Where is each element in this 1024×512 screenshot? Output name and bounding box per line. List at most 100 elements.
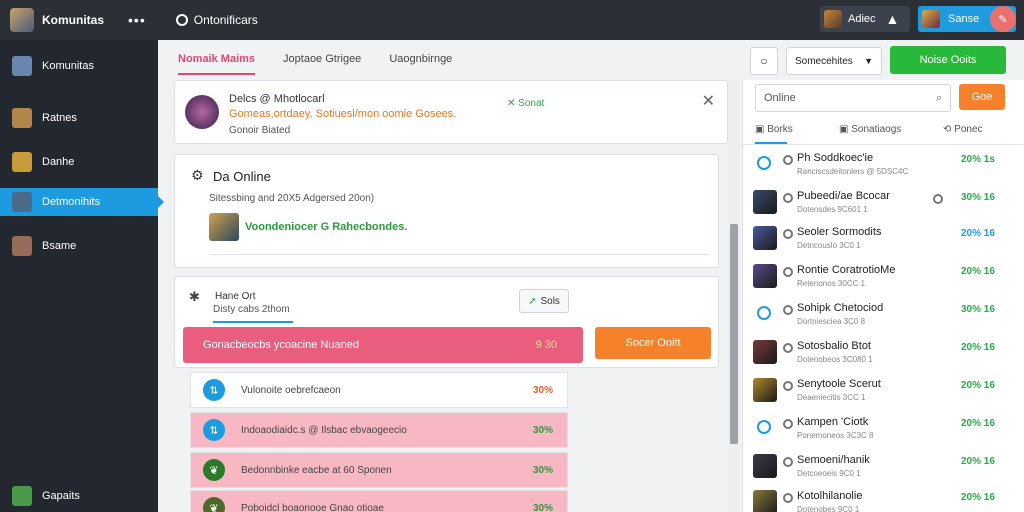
status-ring-icon xyxy=(757,156,771,170)
socer-button[interactable]: Socer Ooitt xyxy=(595,327,711,359)
sidebar-item-label: Detmonihits xyxy=(42,196,101,208)
list-item[interactable]: ❦ Poboidcl boaonooe Gnao otioae 30% xyxy=(190,490,568,512)
tab-label: Ponec xyxy=(954,124,983,135)
player-meta: Ponemoneos 3C3C 8 xyxy=(797,431,874,440)
rank-icon xyxy=(783,229,793,239)
right-panel: Online ⌕ Goe ▣ Borks ▣ Sonatiaogs ⟲ Pone… xyxy=(742,80,1024,512)
search-icon[interactable] xyxy=(175,14,188,26)
player-row[interactable]: Ph Soddkoec'ie Ranciscsdeitonlers @ 5DSC4… xyxy=(743,148,1013,184)
puzzle-icon: ✱ xyxy=(189,289,200,304)
gear-icon[interactable]: ⚙ xyxy=(191,167,204,184)
sidebar-item-danhe[interactable]: Danhe xyxy=(0,148,158,176)
leaf-icon: ❦ xyxy=(203,497,225,512)
player-row[interactable]: Kotolhilanolie Dotenobes 9C0 1 20% 16 xyxy=(743,486,1013,512)
list-item[interactable]: ❦ Bedonnbinke eacbe at 60 Sponen 30% xyxy=(190,452,568,488)
list-item-value: 30% xyxy=(532,424,553,436)
player-row[interactable]: Kampen 'Ciotk Ponemoneos 3C3C 8 20% 16 xyxy=(743,412,1013,448)
top-search-text[interactable]: Ontonificars xyxy=(194,13,258,27)
close-icon[interactable]: ✕ xyxy=(702,91,715,111)
rank-icon xyxy=(783,343,793,353)
arrows-icon: ⇅ xyxy=(203,379,225,401)
scrollbar[interactable] xyxy=(728,80,740,512)
player-row[interactable]: Sotosbalio Btot Dotenobeos 3C080 1 20% 16 xyxy=(743,336,1013,372)
sols-button[interactable]: ➚ Sols xyxy=(519,289,569,313)
status-icon: ✕ xyxy=(507,98,516,109)
tab-nomaik-maims[interactable]: Nomaik Maims xyxy=(178,41,256,77)
sidebar-item-bsame[interactable]: Bsame xyxy=(0,232,158,260)
player-name: Sotosbalio Btot xyxy=(797,340,871,352)
player-stat: 30% 16 xyxy=(961,192,995,203)
more-menu-button[interactable]: ••• xyxy=(128,12,146,28)
tab-uaognbirnge[interactable]: Uaognbirnge xyxy=(389,41,452,77)
player-row[interactable]: Seoler Sormodits Detncouslo 3C0 1 20% 16 xyxy=(743,222,1013,258)
game-thumbnail xyxy=(209,213,239,241)
rank-icon xyxy=(783,493,793,503)
sidebar-item-gapaits[interactable]: Gapaits xyxy=(0,482,158,510)
player-name: Rontie CoratrotioMe xyxy=(797,264,896,276)
player-meta: Deaeniecitis 3CC 1 xyxy=(797,393,866,402)
progress-bar-button[interactable]: Gonacbeocbs ycoacine Nuaned 9 30 xyxy=(183,327,583,363)
rank-icon xyxy=(783,457,793,467)
notification-icon[interactable]: ✎ xyxy=(990,6,1016,32)
player-row[interactable]: Senytoole Scerut Deaeniecitis 3CC 1 20% 16 xyxy=(743,374,1013,410)
player-meta: Dotenobes 9C0 1 xyxy=(797,505,860,512)
list-item[interactable]: ⇅ Indoaodiaidc.s @ Ilsbac ebvaogeecio 30… xyxy=(190,412,568,448)
scrollbar-thumb[interactable] xyxy=(730,224,738,444)
profile-button-label: Sanse xyxy=(948,13,980,25)
user-menu-label: Adiec xyxy=(848,13,876,25)
filter-select-value: Somecehites xyxy=(795,55,853,67)
noise-button[interactable]: Noise Ooits xyxy=(890,46,1006,74)
sols-button-label: Sols xyxy=(540,295,560,307)
notice-card: Delcs @ Mhotlocarl Gomeas,ortdaey, Sotiu… xyxy=(174,80,728,144)
rank-icon xyxy=(783,193,793,203)
avatar xyxy=(753,340,777,364)
player-stat: 20% 16 xyxy=(961,418,995,429)
status-label: Sonat xyxy=(518,98,545,109)
goe-button[interactable]: Goe xyxy=(959,84,1005,110)
online-label[interactable]: Voondeniocer G Rahecbondes. xyxy=(245,221,407,233)
sidebar-item-label: Danhe xyxy=(42,156,75,168)
tab-ponec[interactable]: ⟲ Ponec xyxy=(943,124,983,135)
player-stat: 20% 16 xyxy=(961,456,995,467)
player-row[interactable]: Rontie CoratrotioMe Retenonos 30CC 1 20% 1… xyxy=(743,260,1013,296)
player-name: Sohipk Chetociod xyxy=(797,302,884,314)
avatar-beast-icon xyxy=(12,152,32,172)
player-name: Seoler Sormodits xyxy=(797,226,882,238)
avatar-knight-icon xyxy=(12,56,32,76)
player-row[interactable]: Semoeni/hanik Detcoeoeis 9C0 1 20% 16 xyxy=(743,450,1013,486)
user-menu-button[interactable]: Adiec ▲ xyxy=(820,6,910,32)
arrow-icon: ➚ xyxy=(528,295,537,307)
player-row[interactable]: Pubeedi/ae Bcocar Dotensdes 9C601 1 30% 16 xyxy=(743,186,1013,222)
search-input[interactable]: Online ⌕ xyxy=(755,84,951,112)
active-underline xyxy=(213,321,293,323)
status-ring-icon xyxy=(757,420,771,434)
progress-bar-label: Gonacbeocbs ycoacine Nuaned xyxy=(203,339,359,351)
sidebar-item-komunitas[interactable]: Komunitas xyxy=(0,52,158,80)
notice-message: Gomeas,ortdaey, Sotiuesi/mon oomie Gosee… xyxy=(229,108,457,120)
tab-label: Borks xyxy=(767,124,793,135)
sidebar-item-detmonihits[interactable]: Detmonihits xyxy=(0,188,164,216)
right-tabs: ▣ Borks ▣ Sonatiaogs ⟲ Ponec xyxy=(755,120,1024,144)
list-item-text: Poboidcl boaonooe Gnao otioae xyxy=(241,502,384,512)
progress-bar-value: 9 30 xyxy=(535,339,557,351)
rank-icon xyxy=(783,155,793,165)
list-item-text: Vulonoite oebrefcaeon xyxy=(241,384,341,396)
search-icon: ⌕ xyxy=(935,91,942,104)
sidebar-item-ratnes[interactable]: Ratnes xyxy=(0,104,158,132)
arrow-up-icon: ▲ xyxy=(885,11,900,27)
tab-borks[interactable]: ▣ Borks xyxy=(755,124,793,135)
player-stat: 20% 16 xyxy=(961,228,995,239)
player-stat: 30% 16 xyxy=(961,304,995,315)
tab-sonatiaogs[interactable]: ▣ Sonatiaogs xyxy=(839,124,901,135)
rank-icon xyxy=(783,419,793,429)
list-item[interactable]: ⇅ Vulonoite oebrefcaeon 30% xyxy=(190,372,568,408)
list-item-text: Bedonnbinke eacbe at 60 Sponen xyxy=(241,464,392,476)
tab-joptaoe-gtrigee[interactable]: Joptaoe Gtrigee xyxy=(283,41,361,77)
sidebar: Komunitas Ratnes Danhe Detmonihits Bsame… xyxy=(0,40,164,512)
filter-select[interactable]: Somecehites ▼ xyxy=(786,47,882,75)
circle-icon[interactable]: ○ xyxy=(750,47,778,75)
rank-icon xyxy=(783,267,793,277)
player-row[interactable]: Sohipk Chetociod Dortniesciea 3C0 8 30% 16 xyxy=(743,298,1013,334)
avatar xyxy=(753,226,777,250)
avatar xyxy=(824,10,842,28)
